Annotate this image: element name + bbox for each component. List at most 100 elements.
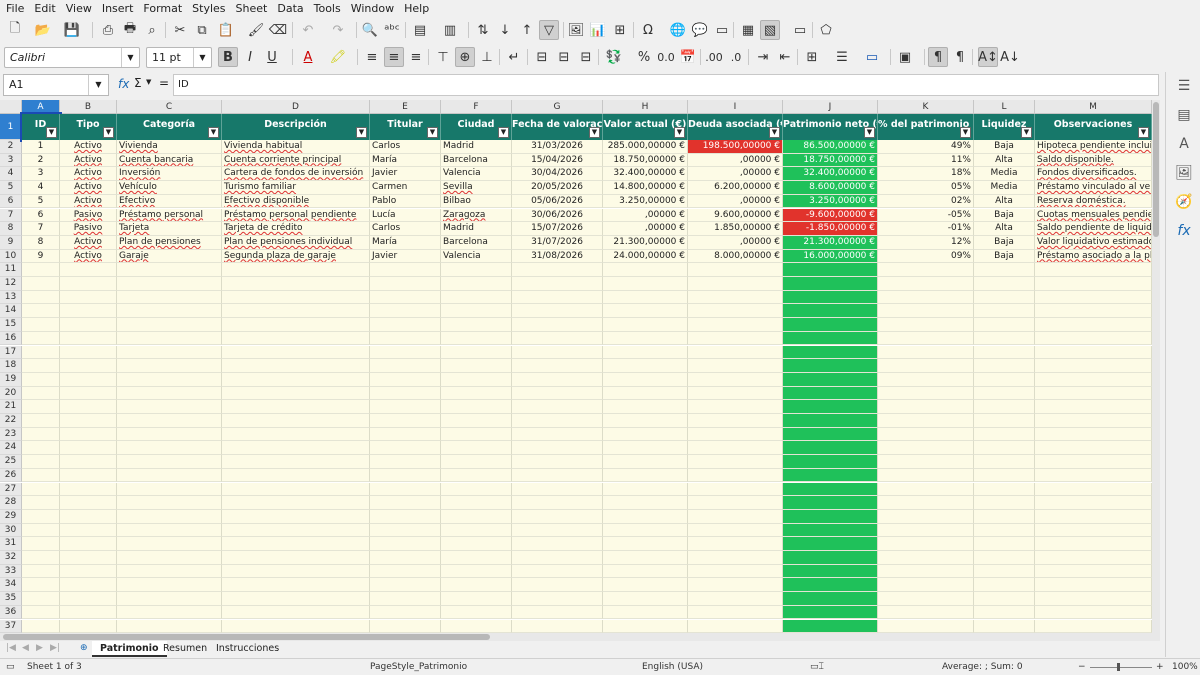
table-cell[interactable]: Reserva doméstica.	[1035, 194, 1152, 209]
empty-cell[interactable]	[512, 605, 603, 620]
empty-cell[interactable]	[222, 318, 370, 332]
empty-cell[interactable]	[370, 551, 441, 565]
empty-cell[interactable]	[1035, 605, 1152, 620]
empty-cell[interactable]	[1035, 496, 1152, 510]
previous-sheet-icon[interactable]: ◀	[22, 643, 29, 653]
empty-cell[interactable]	[974, 496, 1035, 510]
empty-cell[interactable]	[370, 578, 441, 593]
empty-cell[interactable]	[60, 400, 117, 414]
table-cell[interactable]: 1	[22, 140, 60, 154]
empty-cell[interactable]	[512, 318, 603, 332]
paste-icon[interactable]: 📋	[216, 20, 236, 40]
row-header[interactable]: 30	[0, 523, 22, 538]
empty-cell[interactable]	[878, 290, 974, 305]
empty-cell[interactable]	[222, 331, 370, 346]
empty-cell[interactable]	[688, 441, 783, 456]
empty-cell[interactable]	[370, 537, 441, 551]
empty-cell[interactable]	[22, 427, 60, 442]
empty-cell[interactable]	[22, 564, 60, 579]
table-cell[interactable]: Pasivo	[60, 222, 117, 236]
table-cell[interactable]: Baja	[974, 208, 1035, 223]
empty-cell[interactable]	[441, 331, 512, 346]
table-cell[interactable]: ,00000 €	[688, 235, 783, 250]
menu-edit[interactable]: Edit	[28, 0, 59, 15]
autofilter-dropdown-icon[interactable]: ▼	[1021, 127, 1032, 138]
empty-cell[interactable]	[603, 263, 688, 277]
empty-cell[interactable]	[783, 509, 878, 524]
table-cell[interactable]: Tarjeta	[117, 222, 222, 236]
table-cell[interactable]: ,00000 €	[688, 167, 783, 182]
empty-cell[interactable]	[441, 386, 512, 401]
empty-cell[interactable]	[22, 619, 60, 633]
empty-cell[interactable]	[222, 592, 370, 606]
empty-cell[interactable]	[22, 496, 60, 510]
empty-cell[interactable]	[370, 455, 441, 469]
table-cell[interactable]: Fondos diversificados.	[1035, 167, 1152, 182]
table-cell[interactable]: 32.400,00000 €	[603, 167, 688, 182]
wrap-text-icon[interactable]: ↵	[504, 47, 524, 67]
empty-cell[interactable]	[688, 592, 783, 606]
empty-cell[interactable]	[60, 263, 117, 277]
table-header-cell[interactable]: Valor actual (€) ▼	[603, 114, 688, 140]
empty-cell[interactable]	[512, 372, 603, 387]
empty-cell[interactable]	[441, 482, 512, 497]
empty-cell[interactable]	[60, 592, 117, 606]
empty-cell[interactable]	[688, 304, 783, 319]
empty-cell[interactable]	[1035, 537, 1152, 551]
page-style[interactable]: PageStyle_Patrimonio	[370, 662, 467, 672]
row-header[interactable]: 25	[0, 455, 22, 469]
empty-cell[interactable]	[22, 441, 60, 456]
empty-cell[interactable]	[222, 441, 370, 456]
empty-cell[interactable]	[117, 564, 222, 579]
column-icon[interactable]: ▥	[440, 20, 460, 40]
row-header[interactable]: 16	[0, 331, 22, 346]
row-header[interactable]: 23	[0, 427, 22, 442]
empty-cell[interactable]	[688, 427, 783, 442]
empty-cell[interactable]	[222, 482, 370, 497]
empty-cell[interactable]	[222, 496, 370, 510]
table-cell[interactable]: Activo	[60, 167, 117, 182]
empty-cell[interactable]	[22, 386, 60, 401]
row-icon[interactable]: ▤	[410, 20, 430, 40]
table-cell[interactable]: 18%	[878, 167, 974, 182]
table-cell[interactable]: 11%	[878, 153, 974, 168]
empty-cell[interactable]	[512, 482, 603, 497]
table-cell[interactable]: Madrid	[441, 140, 512, 154]
zoom-in-icon[interactable]: +	[1156, 662, 1164, 672]
empty-cell[interactable]	[117, 496, 222, 510]
empty-cell[interactable]	[603, 304, 688, 319]
formula-input[interactable]: ID	[173, 74, 1159, 96]
row-header[interactable]: 20	[0, 386, 22, 401]
empty-cell[interactable]	[22, 400, 60, 414]
table-cell[interactable]: Barcelona	[441, 153, 512, 168]
empty-cell[interactable]	[22, 345, 60, 360]
empty-cell[interactable]	[688, 523, 783, 538]
empty-cell[interactable]	[512, 523, 603, 538]
row-header[interactable]: 17	[0, 345, 22, 360]
empty-cell[interactable]	[1035, 331, 1152, 346]
header-footer-icon[interactable]: ▭	[712, 20, 732, 40]
empty-cell[interactable]	[222, 578, 370, 593]
row-header[interactable]: 22	[0, 414, 22, 428]
table-cell[interactable]: 198.500,00000 €	[688, 140, 783, 154]
empty-cell[interactable]	[974, 578, 1035, 593]
empty-cell[interactable]	[688, 263, 783, 277]
empty-cell[interactable]	[22, 509, 60, 524]
empty-cell[interactable]	[1035, 263, 1152, 277]
empty-cell[interactable]	[1035, 414, 1152, 428]
insert-image-icon[interactable]: 🖼	[566, 20, 586, 40]
table-cell[interactable]: Préstamo personal	[117, 208, 222, 223]
empty-cell[interactable]	[441, 290, 512, 305]
empty-cell[interactable]	[60, 509, 117, 524]
align-bottom-icon[interactable]: ⊥	[477, 47, 497, 67]
row-header[interactable]: 18	[0, 359, 22, 373]
empty-cell[interactable]	[974, 318, 1035, 332]
empty-cell[interactable]	[783, 331, 878, 346]
row-header[interactable]: 5	[0, 181, 22, 195]
empty-cell[interactable]	[60, 290, 117, 305]
empty-cell[interactable]	[60, 496, 117, 510]
empty-cell[interactable]	[603, 605, 688, 620]
row-header[interactable]: 2	[0, 140, 22, 154]
empty-cell[interactable]	[222, 277, 370, 291]
empty-cell[interactable]	[441, 564, 512, 579]
